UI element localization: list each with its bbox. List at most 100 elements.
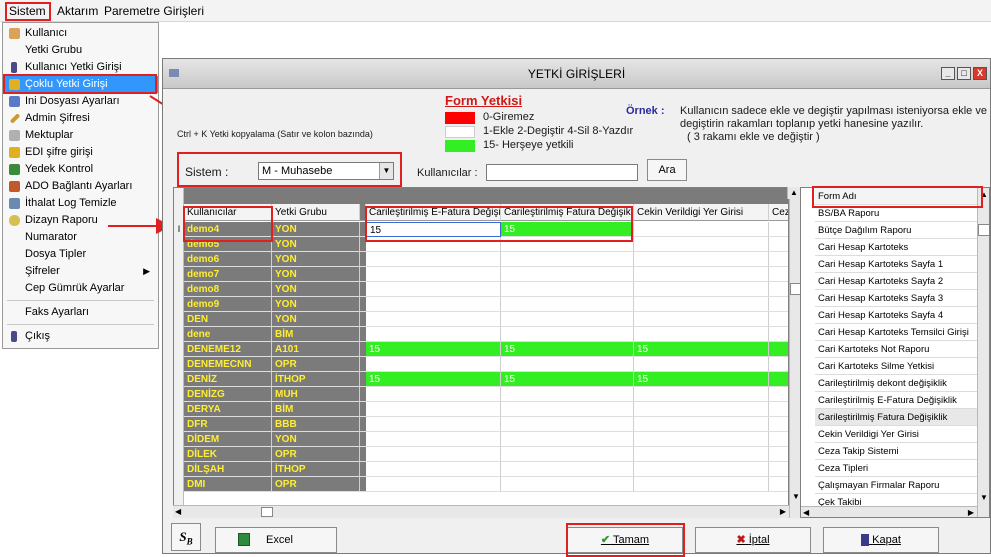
group-cell[interactable]: OPR xyxy=(272,357,360,372)
scroll-up-icon[interactable]: ▲ xyxy=(790,188,798,197)
scroll-down-icon[interactable]: ▼ xyxy=(792,492,800,501)
permission-cell[interactable]: 15 xyxy=(501,342,634,357)
permission-cell[interactable] xyxy=(501,297,634,312)
user-cell[interactable]: DİLEK xyxy=(184,447,272,462)
user-cell[interactable]: DENEME12 xyxy=(184,342,272,357)
user-cell[interactable]: DEN xyxy=(184,312,272,327)
table-row[interactable]: DENEME12 A101 15 15 15 xyxy=(174,342,788,357)
group-cell[interactable]: YON xyxy=(272,282,360,297)
permission-cell[interactable]: 15 xyxy=(366,342,501,357)
menu-item-numarator[interactable]: Numarator xyxy=(3,229,158,246)
permission-cell[interactable] xyxy=(501,432,634,447)
menu-item-dizayn-raporu[interactable]: Dizayn Raporu xyxy=(3,212,158,229)
scroll-left-icon[interactable]: ◀ xyxy=(803,508,809,517)
form-list-horizontal-scrollbar[interactable]: ◀ ▶ xyxy=(801,506,977,517)
user-cell[interactable]: dene xyxy=(184,327,272,342)
form-list-scrollbar[interactable]: ▲ ▼ xyxy=(977,188,989,517)
permission-cell[interactable] xyxy=(769,327,788,342)
permission-cell[interactable] xyxy=(366,447,501,462)
user-cell[interactable]: demo6 xyxy=(184,252,272,267)
user-cell[interactable]: DENİZ xyxy=(184,372,272,387)
permission-cell[interactable] xyxy=(634,312,769,327)
menu-item-mektuplar[interactable]: Mektuplar xyxy=(3,127,158,144)
permission-cell[interactable] xyxy=(501,447,634,462)
permission-cell[interactable] xyxy=(366,462,501,477)
form-list-item[interactable]: Cari Hesap Kartoteks Sayfa 4 xyxy=(815,307,979,324)
table-row[interactable]: DMI OPR xyxy=(174,477,788,492)
group-cell[interactable]: MUH xyxy=(272,387,360,402)
permission-cell[interactable] xyxy=(634,477,769,492)
permission-cell[interactable] xyxy=(634,387,769,402)
user-cell[interactable]: DİDEM xyxy=(184,432,272,447)
form-list-item[interactable]: Carileştirilmiş E-Fatura Değişiklik xyxy=(815,392,979,409)
form-list-item[interactable]: Bütçe Dağılım Raporu xyxy=(815,222,979,239)
menu-item-edi-sifre[interactable]: EDI şifre girişi xyxy=(3,144,158,161)
table-row[interactable]: DENEMECNN OPR xyxy=(174,357,788,372)
permission-cell[interactable]: 15 xyxy=(634,372,769,387)
permission-cell[interactable]: 15 xyxy=(634,342,769,357)
permission-cell[interactable]: 15 xyxy=(501,372,634,387)
form-list-item[interactable]: Cari Hesap Kartoteks Sayfa 3 xyxy=(815,290,979,307)
group-cell[interactable]: YON xyxy=(272,252,360,267)
table-row[interactable]: DENİZG MUH xyxy=(174,387,788,402)
scroll-right-icon[interactable]: ▶ xyxy=(780,507,786,516)
group-cell[interactable]: YON xyxy=(272,432,360,447)
table-row[interactable]: dene BİM xyxy=(174,327,788,342)
form-list-item[interactable]: Carileştirilmiş Fatura Değişiklik xyxy=(815,409,979,426)
table-row[interactable]: demo6 YON xyxy=(174,252,788,267)
group-cell[interactable]: BBB xyxy=(272,417,360,432)
chevron-down-icon[interactable]: ▼ xyxy=(379,163,393,179)
form-list-item[interactable]: Çalışmayan Firmalar Raporu xyxy=(815,477,979,494)
sb-logo-button[interactable]: SB xyxy=(171,523,201,551)
permission-cell[interactable] xyxy=(366,267,501,282)
form-list-item[interactable]: Cari Kartoteks Silme Yetkisi xyxy=(815,358,979,375)
menu-item-cep-gumruk[interactable]: Cep Gümrük Ayarlar xyxy=(3,280,158,297)
kapat-button[interactable]: Kapat xyxy=(823,527,939,553)
permission-cell[interactable] xyxy=(769,477,788,492)
list-up-arrow[interactable]: ▲ xyxy=(787,187,800,199)
permission-cell[interactable] xyxy=(769,222,788,237)
permission-cell[interactable] xyxy=(634,447,769,462)
permission-cell[interactable] xyxy=(366,312,501,327)
permission-cell[interactable] xyxy=(769,432,788,447)
user-cell[interactable]: demo9 xyxy=(184,297,272,312)
permission-cell[interactable] xyxy=(501,417,634,432)
table-row[interactable]: DFR BBB xyxy=(174,417,788,432)
user-cell[interactable]: demo7 xyxy=(184,267,272,282)
permission-cell[interactable] xyxy=(501,462,634,477)
table-row[interactable]: DEN YON xyxy=(174,312,788,327)
user-cell[interactable]: DENEMECNN xyxy=(184,357,272,372)
scroll-thumb[interactable] xyxy=(261,507,273,517)
menu-item-kullanici[interactable]: Kullanıcı xyxy=(3,25,158,42)
permission-cell[interactable] xyxy=(769,342,788,357)
table-row[interactable]: demo9 YON xyxy=(174,297,788,312)
close-button[interactable]: X xyxy=(973,67,987,80)
permission-cell[interactable] xyxy=(634,402,769,417)
menu-item-yedek-kontrol[interactable]: Yedek Kontrol xyxy=(3,161,158,178)
scroll-left-icon[interactable]: ◀ xyxy=(175,507,181,516)
permission-cell[interactable] xyxy=(501,327,634,342)
group-cell[interactable]: BİM xyxy=(272,402,360,417)
permission-cell[interactable] xyxy=(769,312,788,327)
permission-cell[interactable] xyxy=(501,267,634,282)
menu-item-ithalat-log[interactable]: İthalat Log Temizle xyxy=(3,195,158,212)
permission-cell[interactable] xyxy=(366,327,501,342)
permission-cell[interactable] xyxy=(769,252,788,267)
sistem-select[interactable]: M - Muhasebe ▼ xyxy=(258,162,394,180)
permission-cell[interactable] xyxy=(769,417,788,432)
permission-cell[interactable] xyxy=(769,387,788,402)
scroll-down-icon[interactable]: ▼ xyxy=(980,493,988,502)
permission-cell[interactable] xyxy=(769,282,788,297)
permission-cell[interactable] xyxy=(501,252,634,267)
table-row[interactable]: DİLŞAH İTHOP xyxy=(174,462,788,477)
permission-cell[interactable] xyxy=(366,402,501,417)
permission-cell[interactable] xyxy=(769,402,788,417)
menu-item-sifreler[interactable]: Şifreler ▶ xyxy=(3,263,158,280)
header-col-4[interactable]: Ceza T xyxy=(769,204,788,221)
menu-item-admin-sifresi[interactable]: Admin Şifresi xyxy=(3,110,158,127)
group-cell[interactable]: YON xyxy=(272,237,360,252)
group-cell[interactable]: İTHOP xyxy=(272,462,360,477)
permission-cell[interactable] xyxy=(634,237,769,252)
menu-item-ini-dosyasi[interactable]: Ini Dosyası Ayarları xyxy=(3,93,158,110)
menu-item-faks-ayarlari[interactable]: Faks Ayarları xyxy=(3,304,158,321)
